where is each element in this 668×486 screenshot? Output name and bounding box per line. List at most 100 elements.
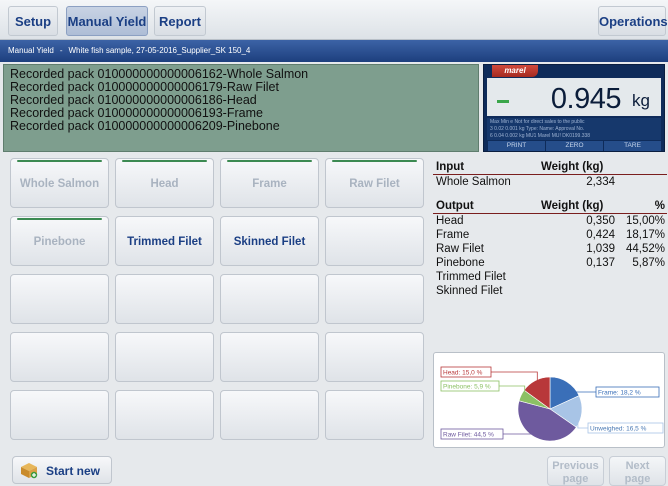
box-add-icon — [21, 463, 38, 479]
scale-weight: 0.945 — [550, 83, 622, 115]
tare-key[interactable]: TARE — [603, 141, 661, 151]
product-label: Skinned Filet — [233, 236, 306, 248]
product-label: Head — [150, 178, 179, 190]
row-weight: 1,039 — [586, 243, 615, 255]
product-button[interactable]: Raw Filet — [325, 158, 424, 208]
table-row: Head 0,350 15,00% — [433, 214, 667, 228]
row-name: Frame — [436, 229, 470, 241]
product-button[interactable] — [220, 274, 319, 324]
product-button[interactable] — [115, 332, 214, 382]
tab-manual-yield[interactable]: Manual Yield — [66, 6, 148, 36]
print-key[interactable]: PRINT — [487, 141, 545, 151]
pie-label: Unweighed: 16,5 % — [590, 426, 647, 433]
product-button[interactable]: Skinned Filet — [220, 216, 319, 266]
scale-display: marel 0.945 kg Max Min e Not for direct … — [483, 64, 665, 152]
product-label: Pinebone — [33, 236, 86, 248]
output-weight-header: Weight (kg) — [541, 200, 604, 212]
zero-key[interactable]: ZERO — [545, 141, 603, 151]
row-name: Skinned Filet — [436, 285, 503, 297]
row-name: Pinebone — [436, 257, 485, 269]
row-weight: 0,137 — [586, 257, 615, 269]
row-pct: 18,17% — [625, 229, 665, 241]
scale-keys: PRINT ZERO TARE — [487, 141, 661, 151]
input-weight-header: Weight (kg) — [541, 161, 604, 173]
product-button[interactable] — [325, 216, 424, 266]
marel-logo: marel — [492, 65, 538, 77]
product-label: Trimmed Filet — [127, 236, 202, 248]
breadcrumb-section: Manual Yield — [8, 46, 54, 55]
pie-label: Frame: 18,2 % — [598, 390, 641, 397]
table-row: Whole Salmon 2,334 — [433, 175, 667, 189]
product-button[interactable] — [10, 332, 109, 382]
recorded-marker — [17, 160, 102, 162]
manual-yield-screen: Setup Manual Yield Report Operations Man… — [0, 0, 668, 486]
table-row: Frame 0,424 18,17% — [433, 228, 667, 242]
row-pct: 5,87% — [632, 257, 665, 269]
row-weight: 2,334 — [586, 176, 615, 188]
row-name: Raw Filet — [436, 243, 484, 255]
product-button[interactable] — [115, 274, 214, 324]
product-button[interactable] — [325, 332, 424, 382]
zero-indicator-icon — [497, 100, 509, 103]
previous-label-line: page — [562, 473, 589, 485]
product-button[interactable] — [220, 390, 319, 440]
product-button[interactable]: Pinebone — [10, 216, 109, 266]
pie-label: Head: 15,0 % — [443, 370, 483, 377]
scale-screen: 0.945 kg — [487, 78, 661, 116]
product-button[interactable]: Frame — [220, 158, 319, 208]
scale-unit: kg — [632, 91, 650, 110]
product-button[interactable] — [10, 274, 109, 324]
product-button[interactable] — [325, 274, 424, 324]
table-row: Pinebone 0,137 5,87% — [433, 256, 667, 270]
output-header: Output Weight (kg) % — [433, 199, 667, 214]
start-new-button[interactable]: Start new — [12, 456, 112, 484]
row-pct: 15,00% — [625, 215, 665, 227]
row-name: Whole Salmon — [436, 176, 511, 188]
recorded-marker — [122, 160, 207, 162]
output-header-label: Output — [436, 200, 474, 212]
row-name: Head — [436, 215, 464, 227]
recorded-marker — [332, 160, 417, 162]
input-header-label: Input — [436, 161, 465, 173]
product-button[interactable] — [115, 390, 214, 440]
product-button[interactable]: Trimmed Filet — [115, 216, 214, 266]
product-button[interactable]: Whole Salmon — [10, 158, 109, 208]
spec-row: 6 0.04 0.002 kg MU1 Marel MU! DK0199.338 — [490, 133, 591, 139]
tab-operations[interactable]: Operations — [598, 6, 668, 36]
row-weight: 0,350 — [586, 215, 615, 227]
spec-row: Max Min e Not for direct sales to the pu… — [490, 119, 585, 125]
tab-setup[interactable]: Setup — [8, 6, 58, 36]
table-row: Trimmed Filet — [433, 270, 667, 284]
pie-label: Pinebone: 5,9 % — [443, 384, 491, 391]
pie-label: Raw Filet: 44,5 % — [443, 432, 494, 439]
log-line: Recorded pack 010000000000006209-Pinebon… — [10, 119, 280, 133]
top-tab-bar: Setup Manual Yield Report Operations — [0, 0, 668, 40]
output-pct-header: % — [654, 200, 665, 212]
breadcrumb: Manual Yield - White fish sample, 27-05-20… — [0, 40, 668, 62]
product-button[interactable] — [220, 332, 319, 382]
previous-page-button[interactable]: Previous page — [547, 456, 604, 486]
scale-spec-plate: Max Min e Not for direct sales to the pu… — [487, 118, 661, 140]
yield-table: Input Weight (kg) Whole Salmon 2,334 Out… — [433, 160, 667, 298]
start-new-label: Start new — [46, 464, 101, 478]
next-label-line: page — [624, 473, 651, 485]
pie-svg: Frame: 18,2 % Unweighed: 16,5 % Raw Filet:… — [440, 366, 664, 442]
table-row: Raw Filet 1,039 44,52% — [433, 242, 667, 256]
product-label: Frame — [252, 178, 287, 190]
previous-label-line: Previous — [552, 460, 599, 472]
product-label: Raw Filet — [349, 178, 400, 190]
row-pct: 44,52% — [625, 243, 665, 255]
recorded-packs-log: Recorded pack 010000000000006162-Whole S… — [3, 64, 479, 152]
tab-report[interactable]: Report — [154, 6, 206, 36]
breadcrumb-sample: White fish sample, 27-05-2016_Supplier_S… — [68, 46, 251, 55]
next-label-line: Next — [625, 460, 650, 472]
recorded-marker — [227, 160, 312, 162]
row-weight: 0,424 — [586, 229, 615, 241]
product-button-grid: Whole Salmon Head Frame Raw Filet Pinebone Tr… — [10, 158, 424, 448]
product-button[interactable]: Head — [115, 158, 214, 208]
next-page-button[interactable]: Next page — [609, 456, 666, 486]
recorded-marker — [17, 218, 102, 220]
product-button[interactable] — [10, 390, 109, 440]
spec-row: 3 0.02 0.001 kg Type: Name: Approval No. — [490, 126, 585, 132]
product-button[interactable] — [325, 390, 424, 440]
